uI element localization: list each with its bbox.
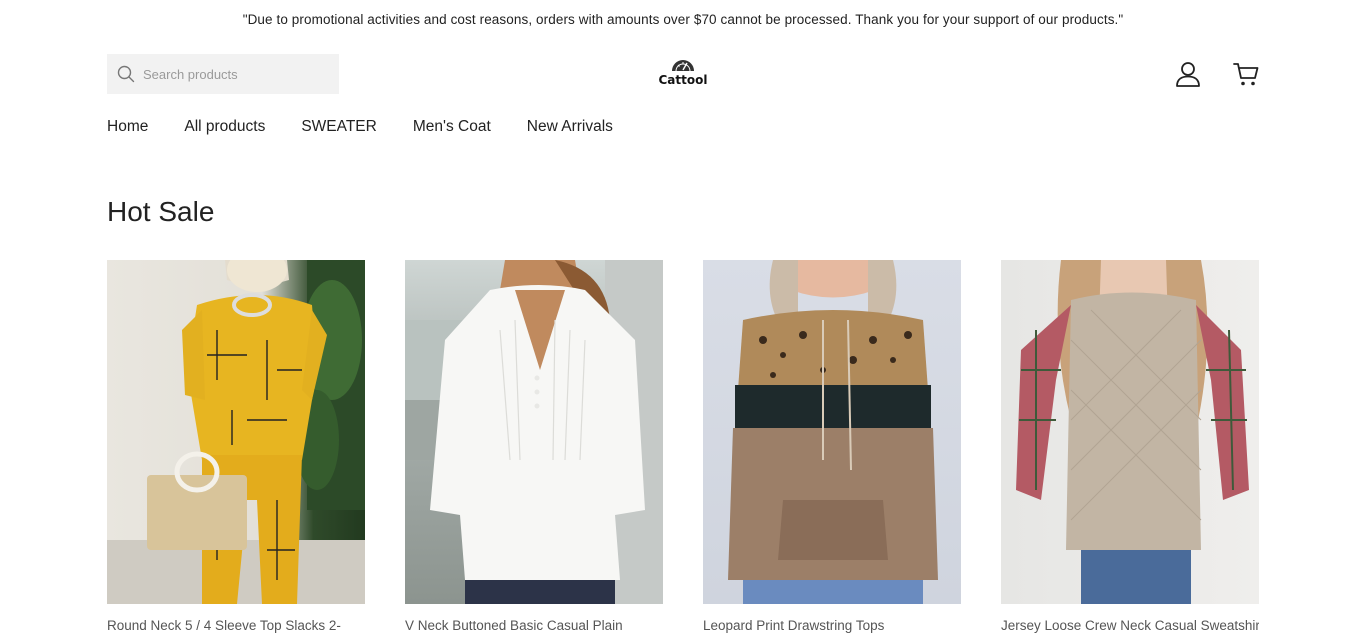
- nav-item-home[interactable]: Home: [107, 118, 148, 136]
- search-input[interactable]: [143, 66, 323, 82]
- main-nav: Home All products SWEATER Men's Coat New…: [107, 118, 613, 136]
- announcement-bar: "Due to promotional activities and cost …: [242, 11, 1124, 27]
- product-image[interactable]: [107, 260, 365, 604]
- product-image[interactable]: [405, 260, 663, 604]
- product-title[interactable]: V Neck Buttoned Basic Casual Plain: [405, 618, 663, 633]
- search-box[interactable]: [107, 54, 339, 94]
- nav-item-all-products[interactable]: All products: [184, 118, 265, 136]
- product-image[interactable]: [703, 260, 961, 604]
- site-header: Cattool Home All products SWEATER Men's …: [0, 38, 1366, 148]
- product-card[interactable]: V Neck Buttoned Basic Casual Plain: [405, 260, 663, 633]
- product-card[interactable]: Round Neck 5 / 4 Sleeve Top Slacks 2-: [107, 260, 365, 633]
- account-icon[interactable]: [1174, 60, 1202, 88]
- product-card[interactable]: Jersey Loose Crew Neck Casual Sweatshirt: [1001, 260, 1259, 633]
- product-title[interactable]: Round Neck 5 / 4 Sleeve Top Slacks 2-: [107, 618, 365, 633]
- nav-item-mens-coat[interactable]: Men's Coat: [413, 118, 491, 136]
- nav-item-new-arrivals[interactable]: New Arrivals: [527, 118, 613, 136]
- logo-text: Cattool: [658, 73, 708, 87]
- product-grid: Round Neck 5 / 4 Sleeve Top Slacks 2- V …: [107, 260, 1259, 633]
- product-title[interactable]: Leopard Print Drawstring Tops: [703, 618, 961, 633]
- section-title: Hot Sale: [107, 196, 215, 227]
- product-image[interactable]: [1001, 260, 1259, 604]
- product-card[interactable]: Leopard Print Drawstring Tops: [703, 260, 961, 633]
- logo[interactable]: Cattool: [654, 58, 712, 90]
- cart-icon[interactable]: [1232, 60, 1260, 88]
- nav-item-sweater[interactable]: SWEATER: [301, 118, 377, 136]
- header-icons: [1174, 60, 1260, 88]
- product-title[interactable]: Jersey Loose Crew Neck Casual Sweatshirt: [1001, 618, 1259, 633]
- search-icon: [117, 65, 135, 83]
- logo-mark-icon: [672, 60, 694, 72]
